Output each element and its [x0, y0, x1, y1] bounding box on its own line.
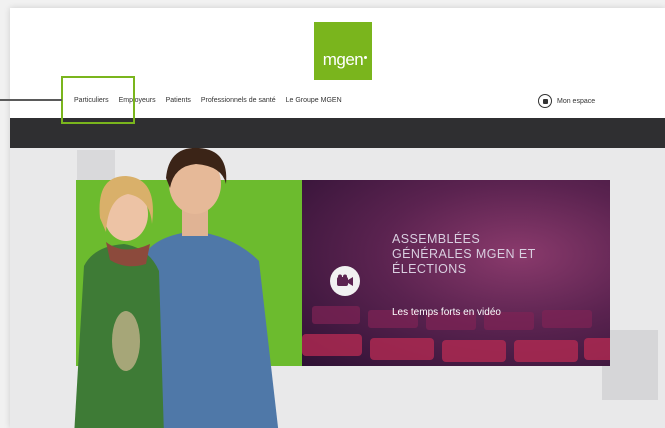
banner-subtitle: Les temps forts en vidéo: [392, 307, 501, 318]
logo-dot: [364, 56, 367, 59]
browser-page: mgen Particuliers Employeurs Patients Pr…: [10, 8, 665, 428]
pointer-line: [0, 99, 62, 101]
banner-title: ASSEMBLÉES GÉNÉRALES MGEN ET ÉLECTIONS: [392, 232, 536, 276]
nav-item-groupe[interactable]: Le Groupe MGEN: [286, 97, 342, 104]
nav-item-professionnels[interactable]: Professionnels de santé: [201, 97, 276, 104]
highlight-box: [61, 76, 135, 124]
decorative-square: [602, 330, 658, 400]
logo-text: mgen: [322, 50, 364, 69]
mgen-logo[interactable]: mgen: [314, 22, 372, 80]
couple-photo: [74, 147, 279, 428]
account-label: Mon espace: [557, 97, 596, 105]
video-camera-glyph: [337, 274, 353, 286]
video-banner[interactable]: ASSEMBLÉES GÉNÉRALES MGEN ET ÉLECTIONS L…: [302, 180, 610, 366]
account-link[interactable]: Mon espace: [538, 94, 595, 108]
video-camera-icon[interactable]: [330, 266, 360, 296]
nav-item-patients[interactable]: Patients: [166, 97, 191, 104]
lock-icon: [538, 94, 552, 108]
